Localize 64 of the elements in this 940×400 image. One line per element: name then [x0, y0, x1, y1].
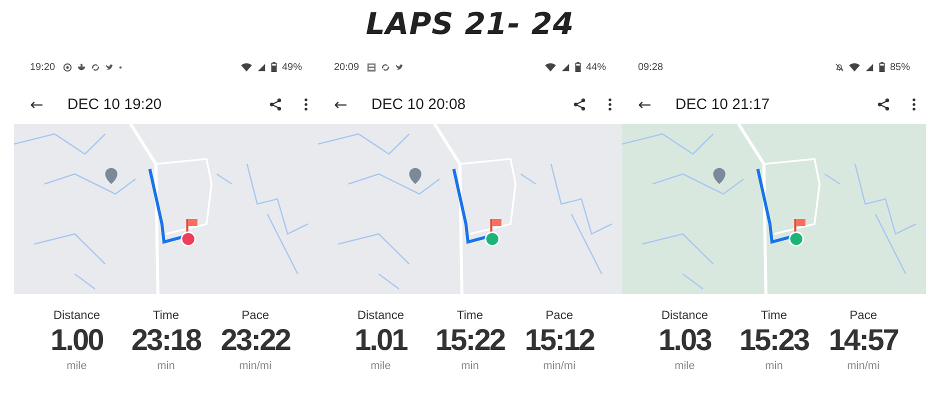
sync-icon [91, 62, 100, 72]
back-button[interactable]: ← [634, 94, 656, 114]
stat-unit: mile [674, 360, 695, 372]
share-icon[interactable] [573, 98, 586, 110]
wifi-icon [240, 62, 252, 72]
stat-value: 15:22 [435, 324, 505, 358]
stat-value: 15:23 [739, 324, 809, 358]
stat-label: Distance [357, 308, 404, 322]
stat-value: 1.03 [658, 324, 711, 358]
stat-value: 1.01 [354, 324, 407, 358]
stat-value: 14:57 [828, 324, 898, 358]
stat-value: 1.00 [50, 324, 103, 358]
stat-label: Time [760, 308, 788, 322]
signal-icon [256, 62, 266, 72]
battery-icon [270, 62, 277, 72]
stat-label: Time [152, 308, 180, 322]
battery-percent: 49% [282, 62, 302, 72]
sync-icon [381, 62, 390, 72]
status-time: 19:20 [30, 62, 56, 72]
stat-label: Distance [53, 308, 100, 322]
stat-unit: min [461, 360, 479, 372]
status-time: 20:09 [334, 62, 360, 72]
activity-date: DEC 10 19:20 [67, 96, 162, 112]
more-icon[interactable] [608, 98, 612, 110]
share-icon[interactable] [269, 98, 282, 110]
stat-unit: min [765, 360, 783, 372]
more-icon[interactable] [304, 98, 308, 110]
stat-unit: mile [66, 360, 87, 372]
signal-icon [560, 62, 570, 72]
battery-percent: 44% [586, 62, 606, 72]
stat-unit: min/mi [239, 360, 272, 372]
stat-unit: mile [370, 360, 391, 372]
wifi-icon [848, 62, 860, 72]
signal-icon [864, 62, 874, 72]
battery-percent: 85% [890, 62, 910, 72]
newspaper-icon [367, 62, 376, 72]
stat-value: 23:18 [131, 324, 201, 358]
stat-unit: min/mi [847, 360, 880, 372]
page-title: LAPS 21- 24 [364, 6, 576, 44]
more-icon[interactable] [912, 98, 916, 110]
stat-label: Distance [661, 308, 708, 322]
battery-icon [878, 62, 885, 72]
bell-off-icon [834, 62, 844, 72]
stat-label: Pace [850, 308, 877, 322]
stat-unit: min [157, 360, 175, 372]
bowl-icon [77, 62, 86, 72]
stat-unit: min/mi [543, 360, 576, 372]
activity-date: DEC 10 21:17 [675, 96, 770, 112]
share-icon[interactable] [877, 98, 890, 110]
back-button[interactable]: ← [330, 94, 352, 114]
battery-icon [574, 62, 581, 72]
chat-icon [63, 62, 72, 72]
more-notifications-icon [119, 66, 122, 68]
wifi-icon [544, 62, 556, 72]
bird-icon [395, 62, 404, 72]
status-time: 09:28 [638, 62, 664, 72]
stat-label: Pace [546, 308, 573, 322]
bird-icon [105, 62, 114, 72]
back-button[interactable]: ← [26, 94, 48, 114]
activity-date: DEC 10 20:08 [371, 96, 466, 112]
stat-value: 15:12 [524, 324, 594, 358]
stat-value: 23:22 [220, 324, 290, 358]
stat-label: Pace [242, 308, 269, 322]
stat-label: Time [456, 308, 484, 322]
